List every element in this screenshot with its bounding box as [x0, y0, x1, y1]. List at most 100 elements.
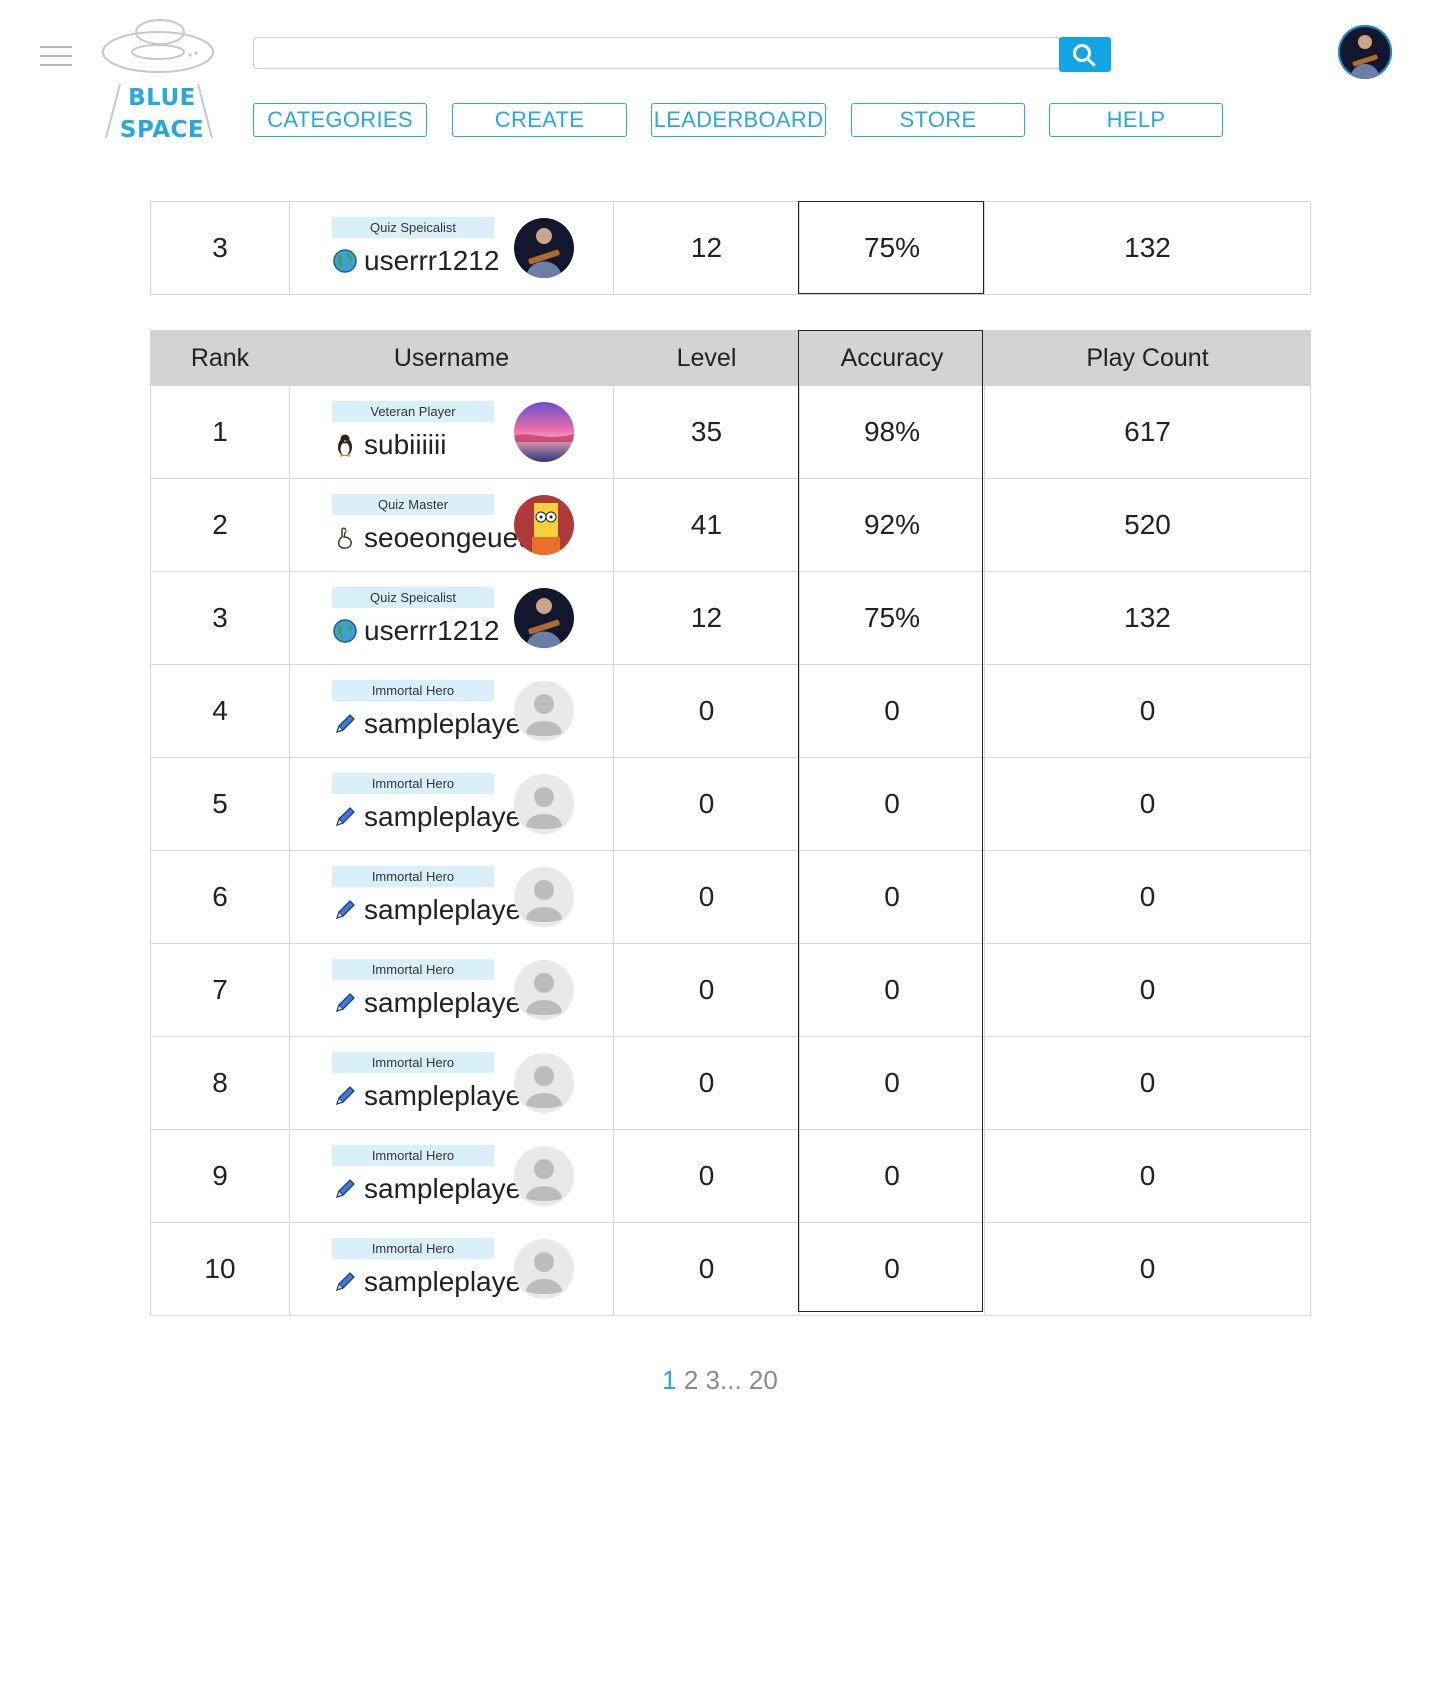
guitarist-avatar-icon	[1338, 25, 1392, 79]
accuracy-cell: 0	[799, 757, 985, 851]
table-row[interactable]: 1 Veteran Player subiiiiii 35 98% 617	[150, 385, 1311, 479]
username-text[interactable]: sampleplayer	[364, 892, 531, 928]
profile-avatar[interactable]	[1338, 25, 1392, 79]
default-avatar-icon[interactable]	[514, 774, 574, 834]
table-row[interactable]: 5 Immortal Hero sampleplayer 0 0 0	[150, 757, 1311, 851]
page-link[interactable]: 2	[684, 1365, 698, 1395]
accuracy-cell: 0	[799, 1129, 985, 1223]
rank-cell: 10	[150, 1222, 290, 1316]
username-cell: Immortal Hero sampleplayer	[289, 943, 614, 1037]
page-link[interactable]: 1	[662, 1365, 676, 1395]
default-avatar-icon[interactable]	[514, 1146, 574, 1206]
header-play-count[interactable]: Play Count	[984, 330, 1311, 386]
accuracy-cell: 98%	[799, 385, 985, 479]
play-count-cell: 0	[984, 943, 1311, 1037]
table-row[interactable]: 7 Immortal Hero sampleplayer 0 0 0	[150, 943, 1311, 1037]
play-count-cell: 617	[984, 385, 1311, 479]
table-row[interactable]: 4 Immortal Hero sampleplayer 0 0 0	[150, 664, 1311, 758]
sunset-avatar-icon[interactable]	[514, 402, 574, 462]
username-cell: Veteran Player subiiiiii	[289, 385, 614, 479]
rank-cell: 3	[150, 201, 290, 295]
rank-cell: 4	[150, 664, 290, 758]
guitarist-avatar-icon[interactable]	[514, 218, 574, 278]
pen-icon	[330, 1176, 360, 1206]
header-accuracy[interactable]: Accuracy	[799, 330, 985, 386]
cartoon-avatar-icon[interactable]	[514, 495, 574, 555]
username-cell: Immortal Hero sampleplayer	[289, 1129, 614, 1223]
table-row[interactable]: 9 Immortal Hero sampleplayer 0 0 0	[150, 1129, 1311, 1223]
header-rank[interactable]: Rank	[150, 330, 290, 386]
username-cell: Immortal Hero sampleplayer	[289, 1222, 614, 1316]
title-badge: Quiz Speicalist	[332, 217, 494, 238]
search-icon	[1073, 44, 1096, 67]
username-text[interactable]: sampleplayer	[364, 706, 531, 742]
play-count-cell: 0	[984, 1222, 1311, 1316]
pen-icon	[330, 1083, 360, 1113]
username-text[interactable]: sampleplayer	[364, 1264, 531, 1300]
play-count-cell: 520	[984, 478, 1311, 572]
rank-cell: 7	[150, 943, 290, 1037]
table-row[interactable]: 8 Immortal Hero sampleplayer 0 0 0	[150, 1036, 1311, 1130]
default-avatar-icon[interactable]	[514, 867, 574, 927]
accuracy-cell: 0	[799, 943, 985, 1037]
default-avatar-icon[interactable]	[514, 960, 574, 1020]
globe-icon	[330, 248, 360, 278]
page-link[interactable]: 3	[706, 1365, 720, 1395]
nav-create-button[interactable]: CREATE	[452, 103, 627, 137]
accuracy-cell: 0	[799, 664, 985, 758]
guitarist-avatar-icon[interactable]	[514, 588, 574, 648]
rank-cell: 2	[150, 478, 290, 572]
rank-cell: 8	[150, 1036, 290, 1130]
nav-help-button[interactable]: HELP	[1049, 103, 1223, 137]
pen-icon	[330, 711, 360, 741]
username-text[interactable]: userrr1212	[364, 243, 499, 279]
default-avatar-icon[interactable]	[514, 1239, 574, 1299]
table-row[interactable]: 6 Immortal Hero sampleplayer 0 0 0	[150, 850, 1311, 944]
header-level[interactable]: Level	[613, 330, 800, 386]
leaderboard-table: Rank Username Level Accuracy Play Count …	[150, 330, 1311, 1316]
play-count-cell: 132	[984, 571, 1311, 665]
search-button[interactable]	[1059, 37, 1111, 72]
level-cell: 35	[613, 385, 800, 479]
level-cell: 0	[613, 943, 800, 1037]
default-avatar-icon[interactable]	[514, 1053, 574, 1113]
play-count-cell: 0	[984, 850, 1311, 944]
title-badge: Immortal Hero	[332, 1238, 494, 1259]
username-text[interactable]: sampleplayer	[364, 1171, 531, 1207]
page-link[interactable]: 20	[749, 1365, 778, 1395]
username-cell: Immortal Hero sampleplayer	[289, 664, 614, 758]
pen-icon	[330, 897, 360, 927]
table-row[interactable]: 3 Quiz Speicalist userrr1212 12 75% 132	[150, 571, 1311, 665]
nav-leaderboard-button[interactable]: LEADERBOARD	[651, 103, 826, 137]
default-avatar-icon[interactable]	[514, 681, 574, 741]
table-row[interactable]: 2 Quiz Master seoeongeueun 41 92% 520	[150, 478, 1311, 572]
table-row[interactable]: 10 Immortal Hero sampleplayer 0 0 0	[150, 1222, 1311, 1316]
accuracy-cell: 0	[799, 1036, 985, 1130]
menu-icon[interactable]	[40, 46, 72, 66]
penguin-icon	[330, 432, 360, 462]
username-text[interactable]: sampleplayer	[364, 1078, 531, 1114]
level-cell: 0	[613, 757, 800, 851]
pen-icon	[330, 804, 360, 834]
leaderboard-header-row: Rank Username Level Accuracy Play Count	[150, 330, 1311, 386]
header-username[interactable]: Username	[289, 330, 614, 386]
level-cell: 0	[613, 1222, 800, 1316]
nav-categories-button[interactable]: CATEGORIES	[253, 103, 427, 137]
pen-icon	[330, 990, 360, 1020]
username-cell: Immortal Hero sampleplayer	[289, 1036, 614, 1130]
search-input[interactable]	[253, 37, 1060, 69]
title-badge: Immortal Hero	[332, 959, 494, 980]
play-count-cell: 0	[984, 757, 1311, 851]
my-rank-row[interactable]: 3 Quiz Speicalist userrr1212 12 75% 132	[150, 201, 1311, 295]
accuracy-cell: 92%	[799, 478, 985, 572]
username-text[interactable]: sampleplayer	[364, 799, 531, 835]
title-badge: Quiz Speicalist	[332, 587, 494, 608]
nav-store-button[interactable]: STORE	[851, 103, 1025, 137]
accuracy-cell: 75%	[799, 201, 985, 295]
logo-line-1: BLUE	[128, 85, 196, 111]
rank-cell: 3	[150, 571, 290, 665]
username-text[interactable]: sampleplayer	[364, 985, 531, 1021]
play-count-cell: 132	[984, 201, 1311, 295]
username-text[interactable]: subiiiiii	[364, 427, 446, 463]
username-text[interactable]: userrr1212	[364, 613, 499, 649]
